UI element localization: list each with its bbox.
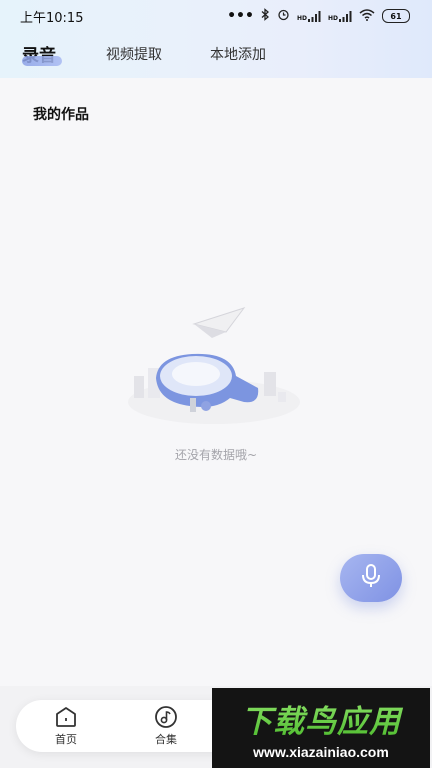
status-time: 上午10:15	[20, 10, 84, 26]
battery-level: 61	[390, 11, 402, 21]
tab-bar: 录音 视频提取 本地添加	[0, 36, 432, 76]
status-bar: 上午10:15 ••• HD HD 61	[0, 0, 432, 32]
empty-state-illustration	[126, 302, 302, 432]
wifi-icon	[359, 8, 375, 24]
nav-collection-label: 合集	[155, 733, 177, 746]
tab-local-add[interactable]: 本地添加	[210, 44, 266, 64]
watermark-banner: 下载鸟应用 www.xiazainiao.com	[212, 688, 430, 768]
section-title: 我的作品	[33, 107, 89, 123]
empty-state-text: 还没有数据哦~	[174, 448, 258, 462]
alarm-icon	[277, 8, 290, 24]
bluetooth-icon	[261, 8, 270, 24]
signal-icon-2: HD	[328, 10, 352, 22]
nav-home[interactable]: 首页	[36, 706, 96, 747]
home-icon	[36, 706, 96, 728]
signal-icon-1: HD	[297, 10, 321, 22]
watermark-title: 下载鸟应用	[212, 696, 430, 741]
tab-video-extract[interactable]: 视频提取	[106, 44, 162, 64]
status-icons: ••• HD HD 61	[227, 8, 410, 24]
battery-icon: 61	[382, 9, 410, 23]
record-mic-button[interactable]	[340, 554, 402, 602]
nav-home-label: 首页	[55, 733, 77, 746]
music-note-icon	[136, 706, 196, 728]
more-dots-icon: •••	[227, 8, 254, 24]
active-tab-indicator	[22, 56, 62, 66]
microphone-icon	[360, 563, 382, 593]
nav-collection[interactable]: 合集	[136, 706, 196, 747]
watermark-url: www.xiazainiao.com	[253, 744, 389, 760]
